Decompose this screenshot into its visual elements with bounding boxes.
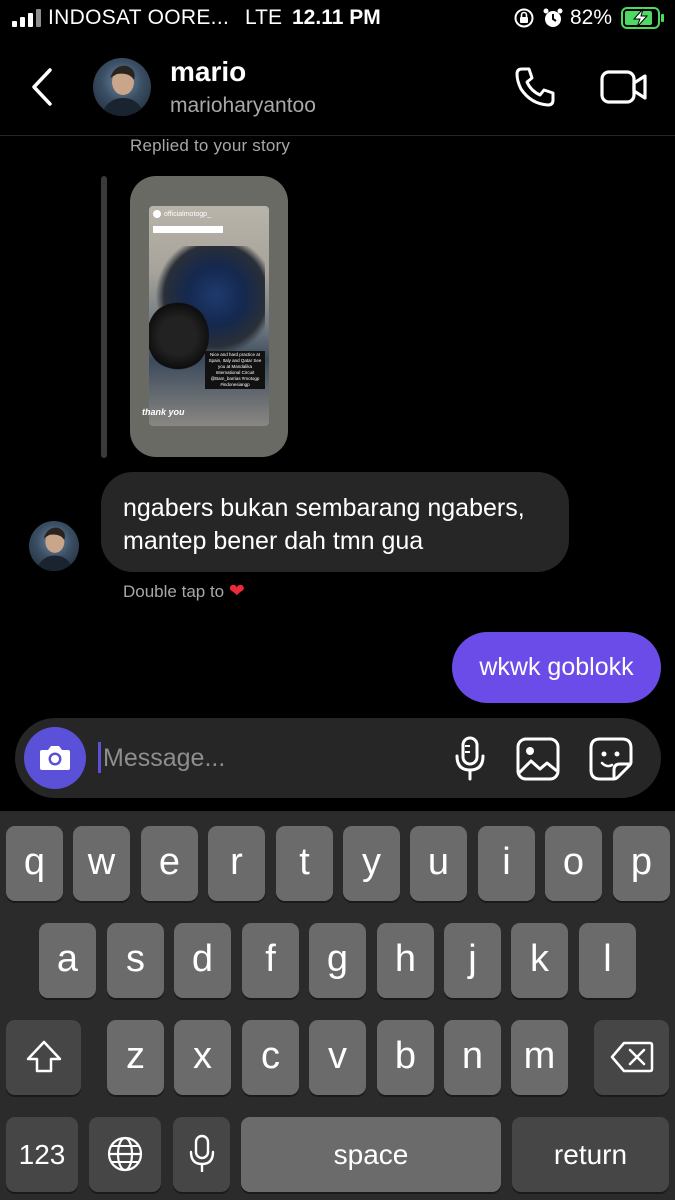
key-s[interactable]: s (107, 923, 164, 998)
shift-icon (26, 1040, 61, 1073)
key-g[interactable]: g (309, 923, 366, 998)
story-preview[interactable]: officialmotogp_ Nice and hard practice a… (130, 176, 288, 457)
key-f[interactable]: f (242, 923, 299, 998)
status-bar: INDOSAT OORE... LTE 12.11 PM 82% (0, 0, 675, 38)
battery-percent: 82% (570, 6, 613, 29)
key-i[interactable]: i (478, 826, 535, 901)
chat-header: mario marioharyantoo (0, 38, 675, 136)
key-e[interactable]: e (141, 826, 198, 901)
story-tag-bar (153, 226, 223, 233)
sticker-icon[interactable] (588, 736, 634, 782)
key-h[interactable]: h (377, 923, 434, 998)
story-account: officialmotogp_ (153, 210, 211, 218)
key-w[interactable]: w (73, 826, 130, 901)
key-a[interactable]: a (39, 923, 96, 998)
dictation-key[interactable] (173, 1117, 230, 1192)
gallery-icon[interactable] (516, 737, 560, 781)
key-j[interactable]: j (444, 923, 501, 998)
backspace-icon (610, 1041, 653, 1073)
message-avatar[interactable] (29, 521, 79, 571)
shift-key[interactable] (6, 1020, 81, 1095)
key-o[interactable]: o (545, 826, 602, 901)
outgoing-message-bubble[interactable]: wkwk goblokk (452, 632, 661, 703)
profile-photo (35, 527, 74, 571)
key-d[interactable]: d (174, 923, 231, 998)
key-v[interactable]: v (309, 1020, 366, 1095)
avatar[interactable] (93, 58, 151, 116)
message-composer (15, 718, 661, 798)
profile-photo (101, 65, 145, 116)
double-tap-label: Double tap to (123, 582, 225, 601)
story-thanks-text: thank you (142, 407, 185, 417)
battery-charging-icon (621, 7, 664, 29)
keyboard: q w e r t y u i o p a s d f g h j k l z … (0, 811, 675, 1200)
key-b[interactable]: b (377, 1020, 434, 1095)
delete-key[interactable] (594, 1020, 669, 1095)
contact-username[interactable]: marioharyantoo (170, 94, 316, 118)
key-k[interactable]: k (511, 923, 568, 998)
key-c[interactable]: c (242, 1020, 299, 1095)
message-input[interactable] (103, 738, 433, 778)
key-u[interactable]: u (410, 826, 467, 901)
story-caption: Nice and hard practice at Spain, Italy a… (205, 351, 265, 389)
video-call-icon[interactable] (600, 68, 648, 106)
replied-to-story-label: Replied to your story (130, 136, 291, 155)
clock: 12.11 PM (292, 6, 381, 29)
network-type: LTE (245, 6, 282, 29)
wheel-image (149, 301, 209, 371)
camera-icon (40, 746, 70, 770)
numbers-key[interactable]: 123 (6, 1117, 78, 1192)
microphone-icon (189, 1134, 214, 1172)
space-key[interactable]: space (241, 1117, 501, 1192)
key-x[interactable]: x (174, 1020, 231, 1095)
key-y[interactable]: y (343, 826, 400, 901)
return-key[interactable]: return (512, 1117, 669, 1192)
key-z[interactable]: z (107, 1020, 164, 1095)
key-r[interactable]: r (208, 826, 265, 901)
heart-icon: ❤ (228, 581, 245, 602)
phone-icon[interactable] (513, 65, 557, 109)
carrier-label: INDOSAT OORE... (48, 6, 230, 29)
double-tap-hint: Double tap to ❤ (123, 580, 245, 603)
incoming-message-bubble[interactable]: ngabers bukan sembarang ngabers, mantep … (101, 472, 569, 572)
rotation-lock-icon (514, 8, 534, 28)
key-l[interactable]: l (579, 923, 636, 998)
key-t[interactable]: t (276, 826, 333, 901)
key-m[interactable]: m (511, 1020, 568, 1095)
text-cursor (98, 742, 101, 773)
key-p[interactable]: p (613, 826, 670, 901)
story-image: officialmotogp_ Nice and hard practice a… (149, 206, 269, 426)
signal-icon (12, 9, 41, 27)
globe-icon (107, 1136, 143, 1172)
microphone-icon[interactable] (453, 736, 487, 782)
reply-indicator-bar (101, 176, 107, 458)
alarm-icon (543, 8, 563, 27)
key-q[interactable]: q (6, 826, 63, 901)
contact-name[interactable]: mario (170, 56, 246, 88)
camera-button[interactable] (24, 727, 86, 789)
globe-key[interactable] (89, 1117, 161, 1192)
key-n[interactable]: n (444, 1020, 501, 1095)
back-icon[interactable] (26, 66, 62, 108)
